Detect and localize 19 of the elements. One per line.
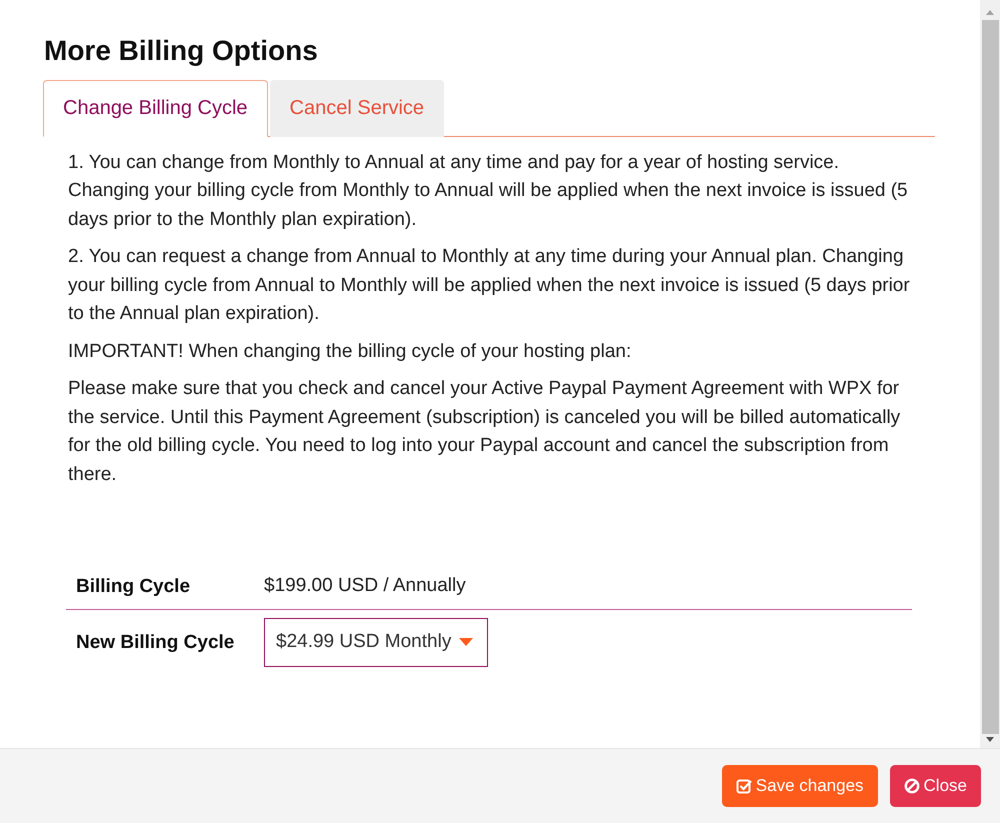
close-button[interactable]: Close	[890, 765, 981, 807]
tab[interactable]: Change Billing Cycle	[43, 80, 268, 137]
tab[interactable]: Cancel Service	[270, 80, 444, 137]
row-value: $199.00 USD / Annually	[264, 574, 466, 598]
save-button[interactable]: Save changes	[722, 765, 878, 807]
paragraph: 1. You can change from Monthly to Annual at any time and pay for a year of hosting service. Changing your billing cycle from Monthly to Annual will be applied when the next invoice is issued (5 days prior to the Monthly plan expiration).	[68, 150, 909, 232]
caret-icon	[459, 638, 474, 646]
modal-title: More Billing Options	[44, 34, 319, 68]
paragraph: 2. You can request a change from Annual to Monthly at any time during your Annual plan. Changing your billing cycle from Annual to Monthly will be applied when the next invoice is issued (5 days prior to the Annual plan expiration).	[68, 245, 911, 326]
scroll-up-icon[interactable]	[985, 8, 995, 16]
scroll-down-icon[interactable]	[985, 736, 995, 744]
billing-cycle-select[interactable]: $24.99 USD Monthly	[264, 618, 488, 667]
scrollbar[interactable]	[980, 0, 1000, 748]
row-label: New Billing Cycle	[76, 630, 236, 655]
checkbox-icon	[736, 778, 752, 794]
paragraph: Please make sure that you check and cancel your Active Paypal Payment Agreement with WPX for the service. Until this Payment Agreement (subscription) is canceled you will be billed automatically for the old billing cycle. You need to log into your Paypal account and cancel the subscription from there.	[68, 377, 902, 487]
row-label: Billing Cycle	[76, 575, 192, 600]
ban-icon	[904, 778, 920, 794]
paragraph: IMPORTANT! When changing the billing cycle of your hosting plan:	[68, 340, 632, 364]
